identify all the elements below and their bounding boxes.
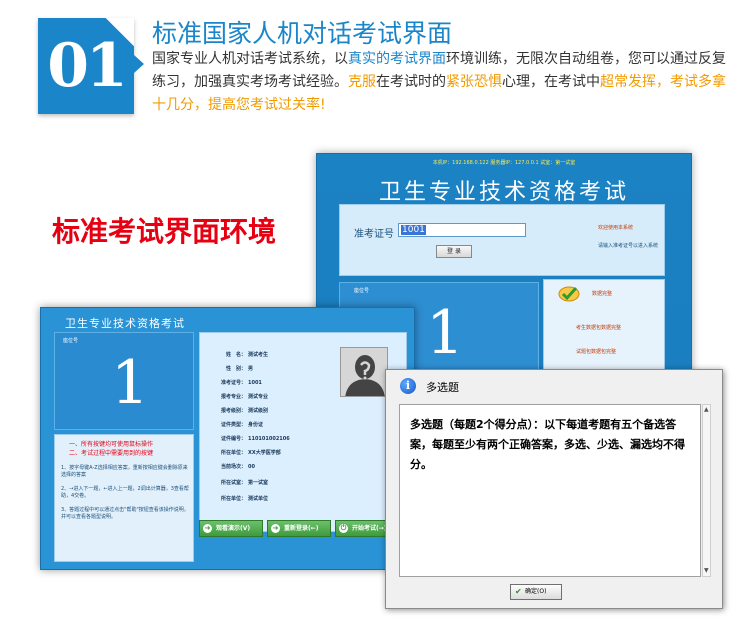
start-exam-label: 开始考试(→) (352, 525, 387, 532)
arrow-right-icon: ➜ (271, 524, 280, 533)
power-icon: ⏻ (339, 524, 348, 533)
info-row: 报考专业： 测试专业 (200, 391, 330, 403)
info-row: 所在试室： 第一试室 (200, 477, 330, 489)
info-value: XX大学医学部 (248, 450, 281, 456)
ok-button[interactable]: ✔ 确定(O) (510, 584, 562, 600)
desc-text-1: 国家专业人机对话考试系统，以 (152, 51, 348, 67)
info-row: 当前场次： 00 (200, 461, 330, 473)
watch-demo-button[interactable]: ➜ 观看演示(V) (199, 520, 263, 537)
scroll-down-icon[interactable]: ▼ (704, 568, 709, 574)
dialog-message: 多选题（每题2个得分点）：以下每道考题有五个备选答案，每题至少有两个正确答案，多… (399, 404, 701, 577)
info-key: 性 别： (225, 366, 246, 372)
login-hint-text: 请输入准考证号以进入系统 (598, 243, 659, 249)
info-row: 性 别：男 (200, 363, 330, 375)
info-value: 测试级别 (248, 408, 269, 414)
info-value: 测试考生 (248, 352, 269, 358)
relogin-label: 重新登录(←) (284, 525, 319, 532)
login-window-title: 卫生专业技术资格考试 (378, 180, 629, 205)
data-status-line-2: 试题包数据包完整 (576, 349, 617, 355)
info-icon: i (400, 378, 416, 394)
info-key: 证件类型： (220, 422, 246, 428)
exam-seat-panel: 座位号 1 (54, 332, 194, 430)
notice-item: 1、按字母键A-Z选择相应答案，重新按相应键会删除原来选择的答案 (61, 465, 188, 478)
number-badge: 01 (38, 18, 134, 114)
info-value: 第一试室 (248, 480, 269, 486)
exam-notice-panel: 一、所有按键均可使用鼠标操作 二、考试过程中需要用到的按键 1、按字母键A-Z选… (54, 434, 194, 562)
info-value: 测试单位 (248, 496, 269, 502)
info-value: 110101002106 (248, 436, 290, 442)
desc-highlight-2: 克服 (348, 74, 376, 90)
check-icon: ✔ (515, 587, 522, 596)
info-key: 所在单位： (220, 450, 246, 456)
arrow-right-icon: ➜ (203, 524, 212, 533)
login-button[interactable]: 登 录 (436, 245, 472, 258)
notice-heading-2: 二、考试过程中需要用到的按键 (69, 450, 154, 457)
info-value: 00 (248, 464, 255, 470)
person-silhouette-icon (340, 347, 388, 397)
dialog-scrollbar[interactable]: ▲ ▼ (702, 404, 711, 577)
relogin-button[interactable]: ➜ 重新登录(←) (267, 520, 331, 537)
desc-highlight-1: 真实的考试界面 (348, 51, 446, 67)
login-seat-label: 座位号 (354, 288, 370, 294)
notice-item: 2、→进入下一题，←进入上一题，2调出计算器，3查看帮助，4交卷。 (61, 486, 189, 499)
info-row: 所在单位： XX大学医学部 (200, 447, 330, 459)
info-row: 证件编号： 110101002106 (200, 433, 330, 445)
ticket-input[interactable]: 1001 (398, 223, 526, 237)
ok-button-label: 确定(O) (525, 588, 547, 595)
exam-seat-number: 1 (111, 348, 150, 418)
info-row: 证件类型： 身份证 (200, 419, 330, 431)
multiple-choice-dialog: i 多选题 多选题（每题2个得分点）：以下每道考题有五个备选答案，每题至少有两个… (385, 369, 723, 609)
scroll-up-icon[interactable]: ▲ (704, 407, 709, 413)
badge-pointer (134, 55, 144, 73)
exam-info-window: 卫生专业技术资格考试 座位号 1 一、所有按键均可使用鼠标操作 二、考试过程中需… (40, 307, 415, 570)
info-value: 测试专业 (248, 394, 269, 400)
ticket-label: 准考证号 (354, 229, 394, 240)
notice-item: 3、答题过程中可以通过点击"帮助"按钮查看该操作说明，并可以查看各题型说明。 (61, 507, 189, 520)
data-status-panel: 数据完整 考生数据包数据完整 试题包数据包完整 (543, 279, 665, 382)
dialog-title: 多选题 (426, 381, 459, 394)
login-seat-number: 1 (426, 298, 465, 368)
login-panel: 准考证号 1001 登 录 欢迎使用本系统 请输入准考证号以进入系统 (339, 204, 665, 276)
info-row: 所在单位： 测试单位 (200, 493, 330, 505)
info-row: 姓 名： 测试考生 (200, 349, 330, 361)
badge-number: 01 (47, 31, 128, 101)
exam-window-title: 卫生专业技术资格考试 (65, 317, 185, 330)
info-key: 所在试室： (220, 480, 246, 486)
info-value: 身份证 (248, 422, 264, 428)
dialog-titlebar: i 多选题 (386, 370, 722, 403)
data-status-title: 数据完整 (592, 291, 613, 297)
info-value: 男 (248, 366, 254, 372)
info-key: 准考证号： (220, 380, 246, 386)
login-meta-info: 本机IP：192.168.0.122 服务器IP：127.0.0.1 试室：第一… (432, 160, 576, 166)
check-icon (558, 286, 580, 302)
desc-text-4: 心理，在考试中 (502, 74, 600, 90)
desc-highlight-3: 紧张恐惧 (446, 74, 502, 90)
data-status-line-1: 考生数据包数据完整 (576, 325, 622, 331)
info-key: 所在单位： (220, 496, 246, 502)
info-key: 证件编号： (220, 436, 246, 442)
page-title: 标准国家人机对话考试界面 (152, 19, 453, 48)
info-key: 姓 名： (225, 352, 246, 358)
section-title: 标准考试界面环境 (52, 215, 277, 248)
page-description: 国家专业人机对话考试系统，以真实的考试界面环境训练，无限次自动组卷，您可以通过反… (152, 48, 727, 117)
info-key: 报考专业： (220, 394, 246, 400)
watch-demo-label: 观看演示(V) (216, 525, 251, 532)
info-row: 报考级别： 测试级别 (200, 405, 330, 417)
info-key: 报考级别： (220, 408, 246, 414)
info-value: 1001 (248, 380, 262, 386)
notice-body: 1、按字母键A-Z选择相应答案，重新按相应键会删除原来选择的答案 2、→进入下一… (61, 465, 191, 528)
welcome-text: 欢迎使用本系统 (598, 225, 634, 231)
candidate-info-panel: 姓 名： 测试考生 性 别：男 准考证号： 1001 报考专业： 测试专业 报考级别：… (199, 332, 407, 532)
notice-heading-1: 一、所有按键均可使用鼠标操作 (69, 441, 154, 448)
info-key: 当前场次： (220, 464, 246, 470)
exam-seat-label: 座位号 (63, 338, 79, 344)
info-row: 准考证号： 1001 (200, 377, 330, 389)
ticket-input-value: 1001 (401, 225, 426, 235)
desc-text-3: 在考试时的 (376, 74, 446, 90)
